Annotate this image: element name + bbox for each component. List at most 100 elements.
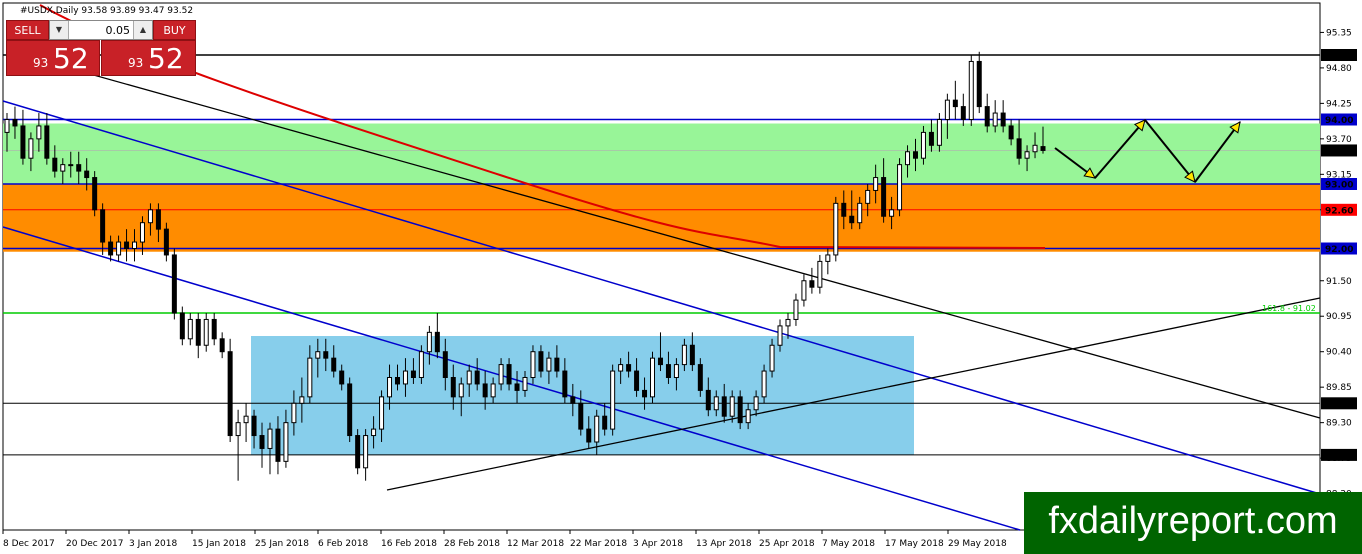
candle-body — [108, 241, 114, 256]
candle-body — [1040, 146, 1046, 151]
candle — [92, 171, 98, 217]
candle-body — [139, 222, 145, 243]
candle-body — [163, 228, 169, 256]
candle-body — [737, 396, 743, 424]
lot-size-input[interactable] — [70, 22, 134, 38]
candle-body — [984, 106, 990, 127]
candle-body — [20, 125, 26, 159]
candle-body — [777, 325, 783, 346]
candle-body — [897, 164, 903, 211]
candle — [968, 55, 974, 126]
time-tick-label: 13 Apr 2018 — [696, 539, 752, 549]
time-tick-label: 15 Jan 2018 — [192, 539, 246, 549]
time-tick-label: 17 May 2018 — [885, 539, 944, 549]
candle-body — [586, 428, 592, 443]
lot-decrease-icon[interactable]: ▼ — [50, 21, 69, 39]
price-tag-label: 92.00 — [1325, 245, 1353, 255]
candle-body — [100, 209, 106, 243]
candle-body — [68, 164, 74, 167]
candle-body — [1016, 138, 1022, 159]
price-chart[interactable]: 95.3594.8094.2593.7093.1592.6091.5090.95… — [0, 0, 1362, 554]
candle-body — [402, 370, 408, 385]
price-tick-label: 89.85 — [1326, 383, 1352, 393]
candle-body — [355, 435, 361, 469]
candle-body — [387, 377, 393, 398]
lot-increase-icon[interactable]: ▲ — [133, 21, 152, 39]
candle-body — [538, 351, 544, 372]
candle-body — [76, 164, 82, 172]
candle-body — [769, 344, 775, 372]
candle-body — [1024, 151, 1030, 159]
candle-body — [881, 177, 887, 217]
time-tick-label: 3 Apr 2018 — [633, 539, 683, 549]
time-tick-label: 8 Dec 2017 — [3, 539, 55, 549]
candle-body — [52, 157, 58, 172]
candle-body — [418, 351, 424, 379]
one-click-trading-panel: SELL ▼ ▲ BUY 93 52 93 52 — [6, 20, 196, 76]
lot-size-field[interactable]: ▼ ▲ — [49, 20, 153, 40]
candle-body — [283, 422, 289, 462]
candle-body — [809, 280, 815, 288]
candle-body — [976, 60, 982, 108]
price-tick-label: 93.70 — [1326, 135, 1352, 145]
watermark-logo: fxdailyreport.com — [1024, 492, 1362, 554]
candle-body — [315, 351, 321, 359]
price-tag-label: 93.00 — [1325, 181, 1353, 191]
candle-body — [331, 357, 337, 372]
candle-body — [618, 364, 624, 372]
buy-button[interactable]: BUY — [153, 20, 196, 40]
candle-body — [849, 215, 855, 224]
candle-body — [474, 370, 480, 385]
candle-body — [857, 202, 863, 224]
candle-body — [347, 383, 353, 437]
candle-body — [546, 357, 552, 372]
price-tag-label: 93.52 — [1325, 147, 1353, 157]
candle-body — [450, 377, 456, 398]
candle-body — [721, 396, 727, 417]
candle-body — [211, 318, 217, 340]
candle-body — [243, 415, 249, 424]
time-tick-label: 25 Apr 2018 — [759, 539, 815, 549]
candle-body — [275, 428, 281, 462]
candle-body — [124, 241, 130, 250]
candle-body — [912, 151, 918, 159]
sell-button[interactable]: SELL — [6, 20, 49, 40]
candle-body — [713, 396, 719, 411]
time-tick-label: 22 Mar 2018 — [570, 539, 627, 549]
candle-body — [394, 377, 400, 385]
candle-body — [116, 241, 122, 256]
candle-body — [36, 125, 42, 140]
price-tick-label: 95.35 — [1326, 28, 1352, 38]
candle-body — [793, 299, 799, 320]
candle-body — [833, 202, 839, 256]
fib-label: 161.8 - 91.02 — [1262, 304, 1316, 313]
candle-body — [873, 177, 879, 191]
candle-body — [936, 119, 942, 146]
candle-body — [179, 312, 185, 340]
candle-body — [267, 428, 273, 449]
candle-body — [928, 131, 934, 146]
candle-body — [753, 396, 759, 411]
candle-body — [578, 402, 584, 430]
price-tick-label: 89.30 — [1326, 419, 1352, 429]
candle — [355, 429, 361, 475]
candle-body — [522, 377, 528, 391]
buy-price-box[interactable]: 93 52 — [101, 40, 196, 76]
candle-body — [147, 209, 153, 224]
candle-body — [825, 254, 831, 262]
candle-body — [84, 170, 90, 179]
candle — [171, 248, 177, 320]
candle-body — [339, 370, 345, 385]
candle-body — [1008, 125, 1014, 140]
sell-price-box[interactable]: 93 52 — [6, 40, 100, 76]
price-tick-label: 91.50 — [1326, 277, 1352, 287]
candle-body — [729, 396, 735, 417]
time-tick-label: 25 Jan 2018 — [255, 539, 309, 549]
candle-body — [602, 415, 608, 430]
candle-body — [554, 357, 560, 372]
candle-body — [227, 351, 233, 437]
price-tick-label: 90.40 — [1326, 348, 1352, 358]
time-tick-label: 28 Feb 2018 — [444, 539, 500, 549]
candle-body — [514, 383, 520, 391]
green-zone — [3, 123, 1320, 184]
